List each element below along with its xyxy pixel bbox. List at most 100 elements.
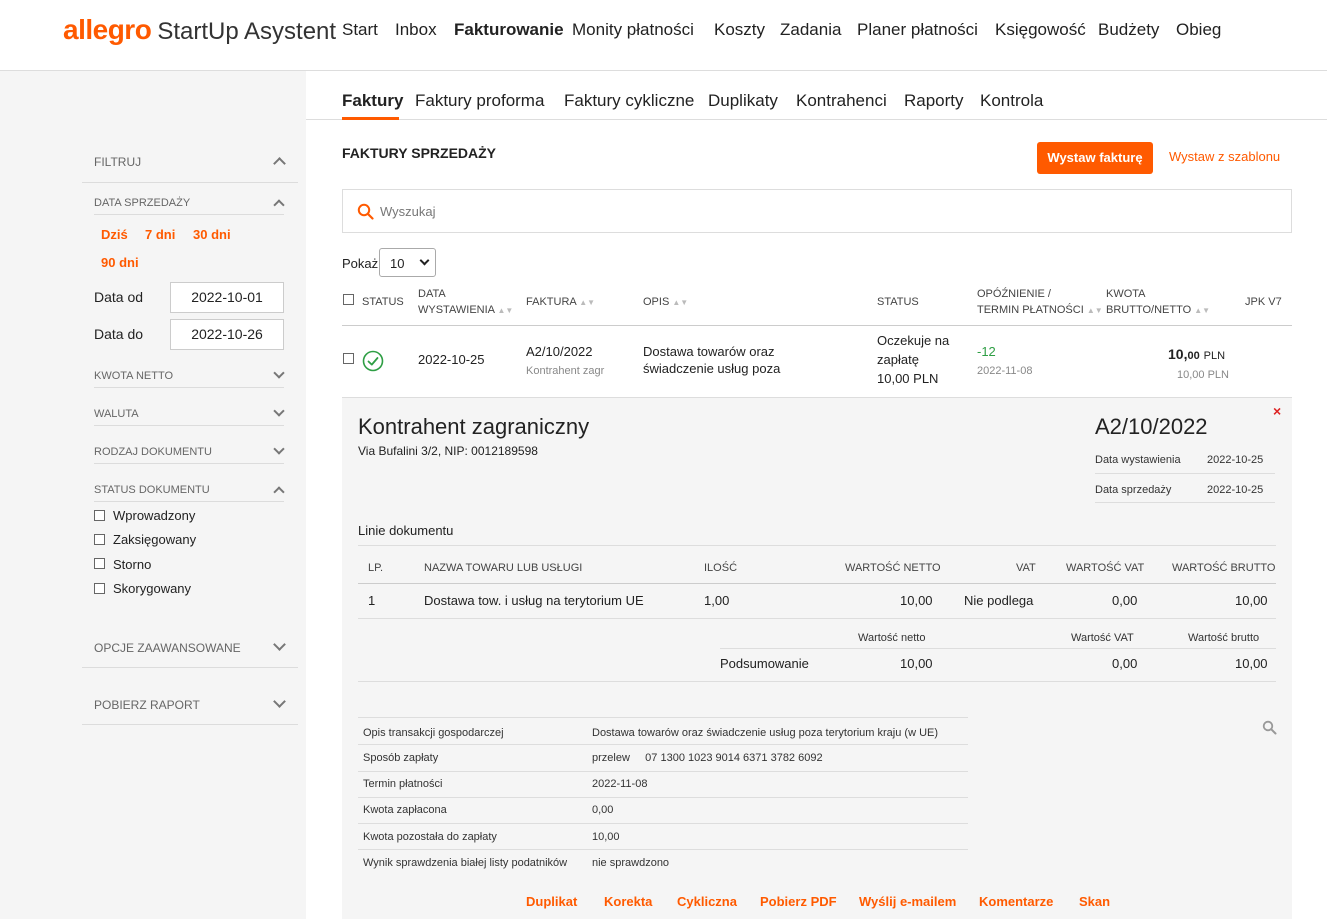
status-checkbox[interactable] [94,510,105,521]
close-icon[interactable]: × [1273,403,1281,419]
quick-90-days[interactable]: 90 dni [101,255,139,270]
divider [358,771,968,772]
advanced-options[interactable]: OPCJE ZAAWANSOWANE [94,641,241,655]
status-checkbox[interactable] [94,583,105,594]
recurring-action[interactable]: Cykliczna [677,894,737,909]
sale-date-value: 2022-10-25 [1207,484,1264,496]
col-status2: STATUS [877,296,919,308]
line-qty: 1,00 [704,593,730,608]
page-title: FAKTURY SPRZEDAŻY [342,145,497,161]
tab-duplikaty[interactable]: Duplikaty [708,91,778,111]
search-placeholder: Wyszukaj [380,204,436,219]
nav-inbox[interactable]: Inbox [395,20,437,40]
quick-today[interactable]: Dziś [101,227,128,242]
divider [358,823,968,824]
col-amount[interactable]: KWOTA BRUTTO/NETTO ▲▼ [1106,286,1210,319]
product-name: StartUp Asystent [157,18,337,45]
tab-kontrahenci[interactable]: Kontrahenci [796,91,887,111]
sort-icon: ▲▼ [497,306,514,315]
nav-koszty[interactable]: Koszty [714,20,765,40]
select-all-checkbox[interactable] [343,294,354,305]
row-invoice-number[interactable]: A2/10/2022 [526,343,593,361]
row-status-line3: 10,00 PLN [877,371,939,386]
col-date-line2: WYSTAWIENIA [418,304,495,316]
brand-name: allegro [63,14,152,45]
status-option[interactable]: Zaksięgowany [113,532,196,547]
row-gross-amount: 10,00 PLN [1168,345,1225,365]
col-status: STATUS [362,296,404,308]
date-to-label: Data do [94,326,144,342]
lines-title: Linie dokumentu [358,523,454,538]
issue-date-label: Data wystawienia [1095,454,1181,466]
row-status-line2: zapłatę [877,352,919,367]
status-option[interactable]: Skorygowany [113,581,191,596]
col-date[interactable]: DATA WYSTAWIENIA ▲▼ [418,286,513,319]
info-value: 2022-11-08 [592,778,648,790]
send-email-action[interactable]: Wyślij e-mailem [859,894,956,909]
row-checkbox[interactable] [343,353,354,364]
sale-date-heading[interactable]: DATA SPRZEDAŻY [94,197,190,209]
line-lp: 1 [368,593,376,608]
net-amount-heading[interactable]: KWOTA NETTO [94,370,173,382]
date-from-input[interactable]: 2022-10-01 [170,282,284,313]
nav-zadania[interactable]: Zadania [780,20,841,40]
col-delay[interactable]: OPÓŹNIENIE / TERMIN PŁATNOŚCI ▲▼ [977,286,1103,319]
info-key: Kwota pozostała do zapłaty [363,831,497,843]
active-tab-indicator [342,117,399,120]
status-checkbox[interactable] [94,558,105,569]
correction-action[interactable]: Korekta [604,894,652,909]
col-amount-line2: BRUTTO/NETTO [1106,304,1192,316]
col-date-line1: DATA [418,288,446,300]
col-description-label: OPIS [643,296,670,308]
nav-budzety[interactable]: Budżety [1098,20,1159,40]
sort-icon: ▲▼ [1086,306,1103,315]
currency-heading[interactable]: WALUTA [94,408,139,420]
search-input[interactable]: Wyszukaj [342,189,1292,233]
scan-action[interactable]: Skan [1079,894,1110,909]
quick-7-days[interactable]: 7 dni [145,227,175,242]
lines-col-gross: WARTOŚĆ BRUTTO [1172,562,1276,574]
status-checkbox[interactable] [94,534,105,545]
col-invoice[interactable]: FAKTURA ▲▼ [526,294,595,311]
status-option[interactable]: Storno [113,557,151,572]
divider [94,214,284,215]
comments-action[interactable]: Komentarze [979,894,1053,909]
row-due-date: 2022-11-08 [977,365,1033,377]
issue-from-template-button[interactable]: Wystaw z szablonu [1169,149,1280,164]
summary-vat-label: Wartość VAT [1071,632,1134,644]
duplicate-action[interactable]: Duplikat [526,894,577,909]
app-logo[interactable]: allegro StartUp Asystent [63,14,336,46]
col-description[interactable]: OPIS ▲▼ [643,294,688,311]
magnifier-icon[interactable] [1262,720,1277,735]
nav-obieg[interactable]: Obieg [1176,20,1221,40]
tab-faktury[interactable]: Faktury [342,91,403,111]
tab-raporty[interactable]: Raporty [904,91,964,111]
nav-start[interactable]: Start [342,20,378,40]
detail-contractor: Kontrahent zagraniczny [358,414,590,439]
divider [358,744,968,745]
info-value: Dostawa towarów oraz świadczenie usług p… [592,727,939,739]
lines-col-name: NAZWA TOWARU LUB USŁUGI [424,562,583,574]
nav-fakturowanie[interactable]: Fakturowanie [454,20,564,40]
row-desc-line2: świadczenie usług poza [643,361,781,376]
lines-col-vat: VAT [1016,562,1036,574]
page-size-select[interactable]: 10 [379,248,436,277]
divider [94,463,284,464]
quick-30-days[interactable]: 30 dni [193,227,231,242]
tab-kontrola[interactable]: Kontrola [980,91,1043,111]
download-report[interactable]: POBIERZ RAPORT [94,698,200,712]
nav-monity[interactable]: Monity płatności [572,20,694,40]
nav-planer[interactable]: Planer płatności [857,20,978,40]
doc-status-heading[interactable]: STATUS DOKUMENTU [94,484,210,496]
doc-type-heading[interactable]: RODZAJ DOKUMENTU [94,446,212,458]
sort-icon: ▲▼ [672,298,689,307]
divider [82,182,298,183]
date-to-input[interactable]: 2022-10-26 [170,319,284,350]
issue-invoice-button[interactable]: Wystaw fakturę [1037,142,1153,174]
tab-cykliczne[interactable]: Faktury cykliczne [564,91,694,111]
info-key: Kwota zapłacona [363,804,447,816]
status-option[interactable]: Wprowadzony [113,508,195,523]
nav-ksiegowosc[interactable]: Księgowość [995,20,1086,40]
download-pdf-action[interactable]: Pobierz PDF [760,894,837,909]
tab-proforma[interactable]: Faktury proforma [415,91,544,111]
